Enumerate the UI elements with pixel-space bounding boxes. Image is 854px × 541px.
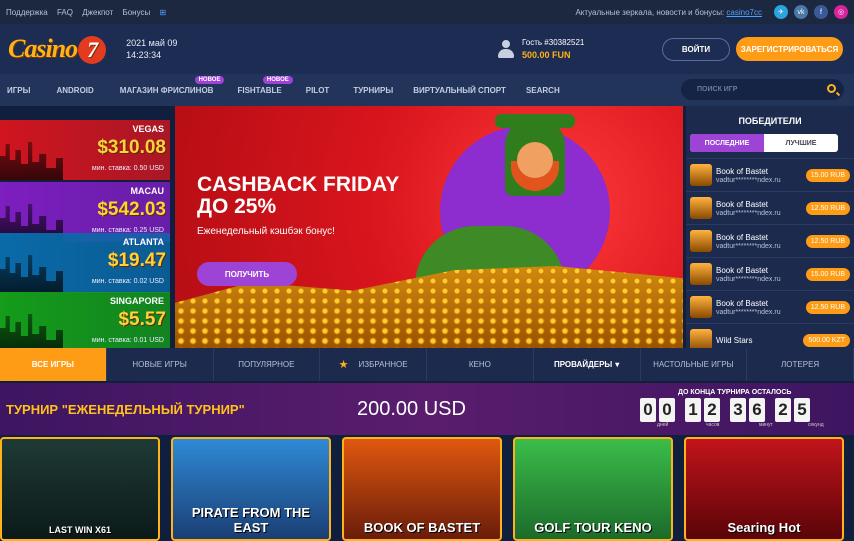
get-bonus-button[interactable]: ПОЛУЧИТЬ bbox=[197, 262, 297, 286]
cat-new-games[interactable]: НОВЫЕ ИГРЫ bbox=[107, 348, 214, 381]
register-button[interactable]: ЗАРЕГИСТРИРОВАТЬСЯ bbox=[736, 37, 843, 61]
nav-freespin-shop[interactable]: МАГАЗИН ФРИСЛИНОВ НОВОЕ bbox=[113, 74, 225, 106]
win-amount: 12.50 RUB bbox=[805, 301, 850, 314]
category-bar: ВСЕ ИГРЫ НОВЫЕ ИГРЫ ПОПУЛЯРНОЕ ★ ИЗБРАННО… bbox=[0, 348, 854, 381]
header: Casino 7 2021 май 09 14:23:34 Гость #3038… bbox=[0, 24, 854, 74]
games-grid: LAST WIN X61 PIRATE FROM THE EAST BOOK OF … bbox=[0, 437, 854, 541]
countdown-timer: 00123625 bbox=[640, 398, 813, 422]
game-tile[interactable]: PIRATE FROM THE EAST bbox=[171, 437, 331, 541]
win-amount: 12.50 RUB bbox=[805, 235, 850, 248]
cat-popular[interactable]: ПОПУЛЯРНОЕ bbox=[214, 348, 321, 381]
jackpot-link[interactable]: Джекпот bbox=[82, 8, 113, 17]
countdown-digit: 2 bbox=[704, 398, 720, 422]
cat-all-games[interactable]: ВСЕ ИГРЫ bbox=[0, 348, 107, 381]
winner-row[interactable]: Book of Bastet vadtur********ndex.ru 15.00… bbox=[686, 257, 854, 290]
game-tile[interactable]: BOOK OF BASTET bbox=[342, 437, 502, 541]
facebook-icon[interactable]: f bbox=[814, 5, 828, 19]
winners-title: ПОБЕДИТЕЛИ bbox=[738, 116, 802, 126]
win-amount: 15.00 RUB bbox=[805, 268, 850, 281]
jackpot-singapore[interactable]: SINGAPORE $5.57 мин. ставка: 0.01 USD bbox=[0, 292, 170, 352]
countdown-digit: 3 bbox=[730, 398, 746, 422]
date-text: 2021 май 09 bbox=[126, 38, 178, 48]
tab-recent[interactable]: ПОСЛЕДНИЕ bbox=[690, 134, 764, 152]
top-links: Поддержка FAQ Джекпот Бонусы ⊞ bbox=[6, 8, 173, 17]
star-icon: ★ bbox=[338, 359, 349, 371]
game-thumb bbox=[690, 263, 712, 285]
game-thumb bbox=[690, 197, 712, 219]
tournament-prize: 200.00 USD bbox=[357, 398, 466, 420]
countdown-digit: 6 bbox=[749, 398, 765, 422]
new-badge: НОВОЕ bbox=[262, 76, 293, 84]
countdown-digit: 0 bbox=[659, 398, 675, 422]
windows-icon[interactable]: ⊞ bbox=[159, 8, 166, 17]
new-badge: НОВОЕ bbox=[194, 76, 225, 84]
support-link[interactable]: Поддержка bbox=[6, 8, 48, 17]
user-icon bbox=[496, 39, 516, 59]
nav-pilot[interactable]: PILOT bbox=[299, 74, 337, 106]
win-amount: 12.50 RUB bbox=[805, 202, 850, 215]
search-icon[interactable] bbox=[827, 84, 836, 93]
cat-lottery[interactable]: ЛОТЕРЕЯ bbox=[747, 348, 854, 381]
winners-panel: ПОБЕДИТЕЛИ ПОСЛЕДНИЕ ЛУЧШИЕ Book of Bast… bbox=[686, 106, 854, 351]
nav-search[interactable]: SEARCH bbox=[519, 74, 567, 106]
game-thumb bbox=[690, 164, 712, 186]
jackpot-atlanta[interactable]: ATLANTA $19.47 мин. ставка: 0.02 USD bbox=[0, 233, 170, 293]
cat-providers[interactable]: ПРОВАЙДЕРЫ ▾ bbox=[534, 348, 641, 381]
chevron-down-icon: ▾ bbox=[615, 360, 620, 369]
winner-row[interactable]: Book of Bastet vadtur********ndex.ru 15.00… bbox=[686, 158, 854, 191]
mirror-link[interactable]: casino7cc bbox=[726, 8, 762, 17]
datetime: 2021 май 09 14:23:34 bbox=[126, 37, 177, 61]
instagram-icon[interactable]: ◎ bbox=[834, 5, 848, 19]
tab-best[interactable]: ЛУЧШИЕ bbox=[764, 134, 838, 152]
countdown-digit: 5 bbox=[794, 398, 810, 422]
cat-table-games[interactable]: НАСТОЛЬНЫЕ ИГРЫ bbox=[641, 348, 748, 381]
countdown-digit: 2 bbox=[775, 398, 791, 422]
main-area: VEGAS $310.08 мин. ставка: 0.50 USD MACAU $… bbox=[0, 106, 854, 352]
user-name: Гость #30382521 bbox=[522, 38, 585, 47]
winner-row[interactable]: Book of Bastet vadtur********ndex.ru 12.50… bbox=[686, 290, 854, 323]
winners-tabs: ПОСЛЕДНИЕ ЛУЧШИЕ bbox=[690, 134, 838, 152]
countdown-label: ДО КОНЦА ТУРНИРА ОСТАЛОСЬ bbox=[678, 389, 792, 396]
nav-tournaments[interactable]: ТУРНИРЫ bbox=[346, 74, 400, 106]
banner-title: CASHBACK FRIDAY ДО 25% bbox=[197, 173, 400, 218]
tournament-title: ТУРНИР "ЕЖЕНЕДЕЛЬНЫЙ ТУРНИР" bbox=[6, 402, 245, 417]
game-tile[interactable]: Searing Hot bbox=[684, 437, 844, 541]
win-amount: 500.00 KZT bbox=[803, 334, 850, 347]
time-text: 14:23:34 bbox=[126, 50, 162, 60]
user-info[interactable]: Гость #30382521 500.00 FUN bbox=[496, 37, 584, 61]
nav-games[interactable]: ИГРЫ bbox=[0, 74, 37, 106]
cat-keno[interactable]: КЕНО bbox=[427, 348, 534, 381]
cat-favorites[interactable]: ★ ИЗБРАННОЕ bbox=[320, 348, 427, 381]
balance: 500.00 FUN bbox=[522, 50, 571, 60]
banner-subtitle: Еженедельный кэшбэк бонус! bbox=[197, 226, 335, 237]
mirrors-text: Актуальные зеркала, новости и бонусы: ca… bbox=[575, 7, 762, 17]
top-bar: Поддержка FAQ Джекпот Бонусы ⊞ Актуальны… bbox=[0, 0, 854, 24]
bonus-link[interactable]: Бонусы bbox=[122, 8, 150, 17]
win-amount: 15.00 RUB bbox=[805, 169, 850, 182]
nav-virtual-sport[interactable]: ВИРТУАЛЬНЫЙ СПОРТ bbox=[406, 74, 513, 106]
winner-row[interactable]: Book of Bastet vadtur********ndex.ru 12.50… bbox=[686, 191, 854, 224]
casino7-logo[interactable]: Casino 7 bbox=[8, 34, 107, 64]
main-nav: ИГРЫ ANDROID МАГАЗИН ФРИСЛИНОВ НОВОЕ FISH… bbox=[0, 74, 854, 106]
tournament-banner[interactable]: ТУРНИР "ЕЖЕНЕДЕЛЬНЫЙ ТУРНИР" 200.00 USD … bbox=[0, 383, 854, 435]
game-thumb bbox=[690, 230, 712, 252]
promo-banner[interactable]: CASHBACK FRIDAY ДО 25% Еженедельный кэшбэ… bbox=[175, 106, 683, 348]
jackpot-vegas[interactable]: VEGAS $310.08 мин. ставка: 0.50 USD bbox=[0, 120, 170, 180]
countdown-digit: 1 bbox=[685, 398, 701, 422]
game-thumb bbox=[690, 296, 712, 318]
telegram-icon[interactable]: ✈ bbox=[774, 5, 788, 19]
winner-row[interactable]: Book of Bastet vadtur********ndex.ru 12.50… bbox=[686, 224, 854, 257]
login-button[interactable]: ВОЙТИ bbox=[662, 38, 730, 61]
faq-link[interactable]: FAQ bbox=[57, 8, 73, 17]
nav-android[interactable]: ANDROID bbox=[49, 74, 100, 106]
search-input[interactable]: ПОИСК ИГР bbox=[681, 79, 844, 100]
vk-icon[interactable]: vk bbox=[794, 5, 808, 19]
game-tile[interactable]: LAST WIN X61 bbox=[0, 437, 160, 541]
mirrors-bar: Актуальные зеркала, новости и бонусы: ca… bbox=[575, 5, 848, 19]
countdown-digit: 0 bbox=[640, 398, 656, 422]
game-tile[interactable]: GOLF TOUR KENO bbox=[513, 437, 673, 541]
nav-fishtable[interactable]: FISHTABLE НОВОЕ bbox=[230, 74, 293, 106]
